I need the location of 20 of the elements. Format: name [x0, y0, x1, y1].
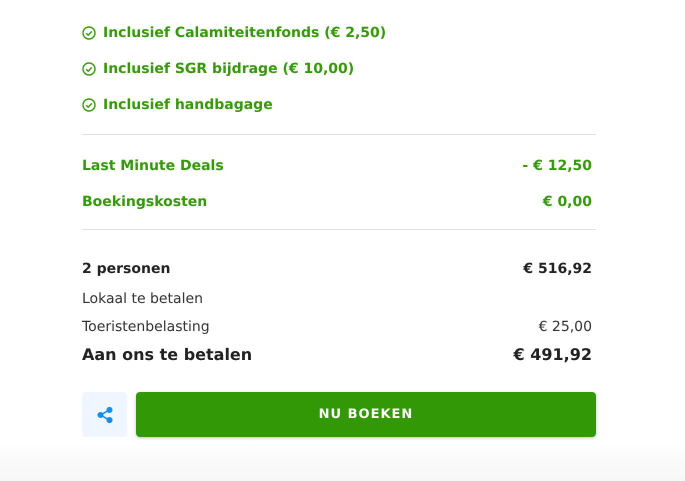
discount-amount: € 0,00 — [542, 193, 592, 212]
book-button[interactable]: NU BOEKEN — [136, 392, 596, 437]
inclusion-text: Inclusief Calamiteitenfonds (€ 2,50) — [103, 24, 386, 43]
share-icon — [96, 406, 114, 424]
check-circle-icon — [82, 62, 96, 76]
share-button[interactable] — [82, 392, 127, 437]
total-amount: € 491,92 — [514, 344, 592, 366]
check-circle-icon — [82, 26, 96, 40]
price-label: Lokaal te betalen — [82, 290, 203, 309]
price-label: Toeristenbelasting — [82, 318, 210, 337]
discount-label: Last Minute Deals — [82, 157, 224, 176]
discount-label: Boekingskosten — [82, 193, 208, 212]
price-label: 2 personen — [82, 260, 170, 279]
price-amount: € 516,92 — [523, 260, 592, 279]
inclusion-text: Inclusief handbagage — [103, 96, 273, 115]
discount-amount: - € 12,50 — [522, 157, 592, 176]
inclusion-text: Inclusief SGR bijdrage (€ 10,00) — [103, 60, 354, 79]
total-label: Aan ons te betalen — [82, 344, 252, 366]
check-circle-icon — [82, 98, 96, 112]
price-amount: € 25,00 — [538, 318, 592, 337]
